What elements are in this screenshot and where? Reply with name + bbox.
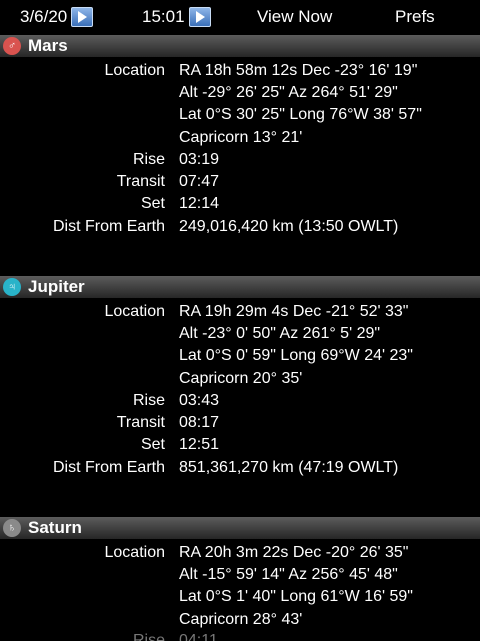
date-control[interactable]: 3/6/20 <box>20 6 94 28</box>
location-line-1: RA 19h 29m 4s Dec -21° 52' 33" <box>179 303 409 320</box>
transit-value: 08:17 <box>179 414 220 431</box>
transit-label: Transit <box>116 414 165 431</box>
location-line-3: Lat 0°S 1' 40" Long 61°W 16' 59" <box>179 588 413 605</box>
time-control[interactable]: 15:01 <box>142 6 211 28</box>
location-label: Location <box>104 544 166 561</box>
location-line-4: Capricorn 28° 43' <box>179 611 303 628</box>
jupiter-icon: ♃ <box>3 278 21 296</box>
set-value: 12:14 <box>179 195 220 212</box>
location-label: Location <box>104 62 166 79</box>
location-line-2: Alt -29° 26' 25" Az 264° 51' 29" <box>179 84 398 101</box>
location-line-3: Lat 0°S 30' 25" Long 76°W 38' 57" <box>179 106 422 123</box>
transit-label: Transit <box>116 173 165 190</box>
planet-name: Saturn <box>28 518 82 537</box>
rise-value: 04:11 <box>179 632 218 641</box>
time-value: 15:01 <box>142 7 185 26</box>
rise-value: 03:43 <box>179 392 220 409</box>
rise-label: Rise <box>132 151 165 168</box>
section-header-mars[interactable]: ♂ Mars <box>0 35 480 57</box>
view-now-label: View Now <box>257 7 333 26</box>
location-line-1: RA 18h 58m 12s Dec -23° 16' 19" <box>179 62 418 79</box>
dist-label: Dist From Earth <box>52 459 165 476</box>
rise-label: Rise <box>132 632 165 641</box>
planet-name: Jupiter <box>28 277 85 296</box>
location-line-2: Alt -15° 59' 14" Az 256° 45' 48" <box>179 566 398 583</box>
planet-name: Mars <box>28 36 68 55</box>
location-line-4: Capricorn 13° 21' <box>179 129 303 146</box>
section-header-saturn[interactable]: ♄ Saturn <box>0 517 480 539</box>
location-line-1: RA 20h 3m 22s Dec -20° 26' 35" <box>179 544 409 561</box>
date-value: 3/6/20 <box>20 7 68 26</box>
mars-icon: ♂ <box>3 37 21 55</box>
time-play-icon[interactable] <box>188 7 211 27</box>
rise-value: 03:19 <box>179 151 220 168</box>
set-label: Set <box>140 436 165 453</box>
set-label: Set <box>140 195 165 212</box>
dist-label: Dist From Earth <box>52 218 165 235</box>
section-header-jupiter[interactable]: ♃ Jupiter <box>0 276 480 298</box>
prefs-label: Prefs <box>395 7 435 26</box>
location-line-3: Lat 0°S 0' 59" Long 69°W 24' 23" <box>179 347 413 364</box>
set-value: 12:51 <box>179 436 220 453</box>
view-now-button[interactable]: View Now <box>257 6 332 28</box>
location-label: Location <box>104 303 166 320</box>
location-line-2: Alt -23° 0' 50" Az 261° 5' 29" <box>179 325 381 342</box>
prefs-button[interactable]: Prefs <box>395 6 435 28</box>
location-line-4: Capricorn 20° 35' <box>179 370 303 387</box>
saturn-icon: ♄ <box>3 519 21 537</box>
rise-label: Rise <box>132 392 165 409</box>
dist-value: 249,016,420 km (13:50 OWLT) <box>179 218 399 235</box>
top-toolbar: 3/6/20 15:01 View Now Prefs <box>0 0 480 34</box>
dist-value: 851,361,270 km (47:19 OWLT) <box>179 459 399 476</box>
date-play-icon[interactable] <box>71 7 94 27</box>
transit-value: 07:47 <box>179 173 220 190</box>
